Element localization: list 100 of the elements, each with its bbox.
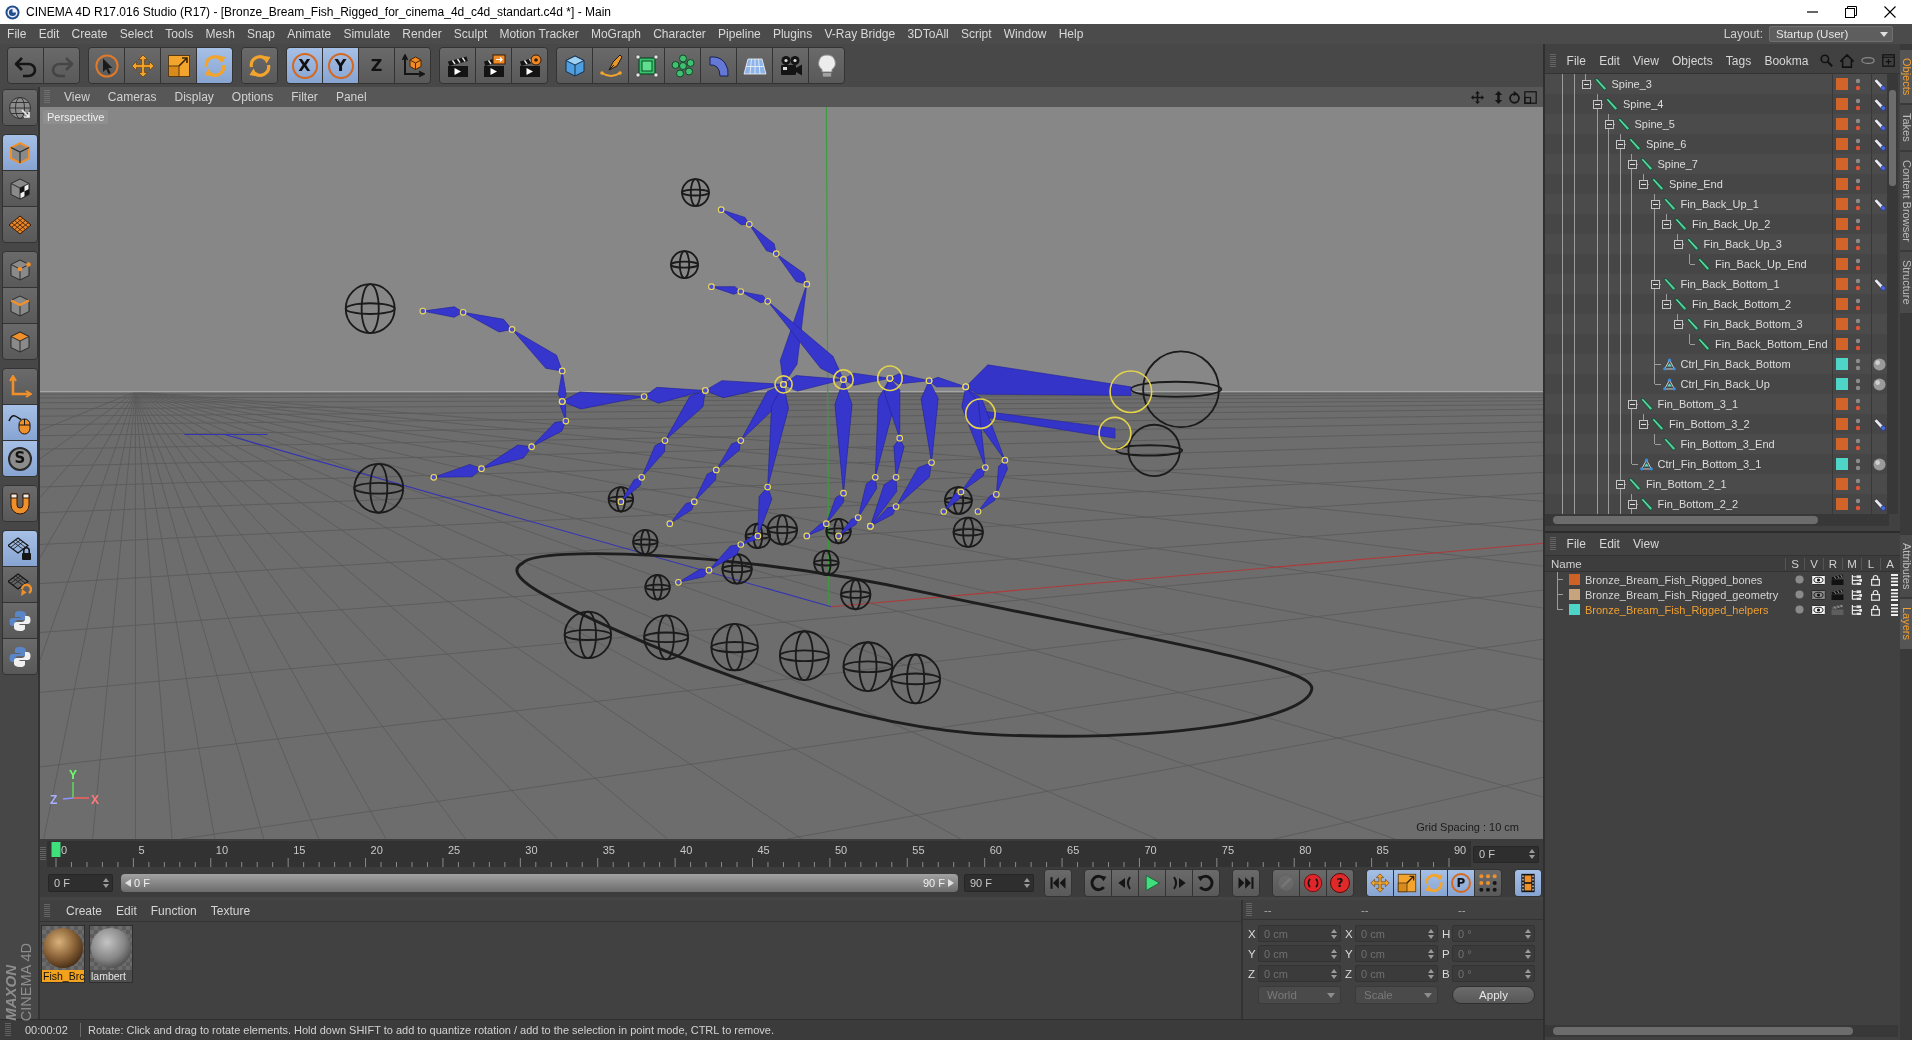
object-row[interactable]: Ctrl_Fin_Back_Up xyxy=(1545,374,1887,394)
previous-key-button[interactable] xyxy=(1085,870,1111,897)
lock-workplane-button[interactable] xyxy=(3,531,37,567)
object-row[interactable]: Fin_Bottom_2_1 xyxy=(1545,474,1887,494)
collapse-toggle-icon[interactable] xyxy=(1662,219,1671,229)
solo-button[interactable]: S xyxy=(3,441,37,477)
polygons-mode-button[interactable] xyxy=(3,324,37,360)
object-row[interactable]: Fin_Bottom_3_1 xyxy=(1545,394,1887,414)
visibility-dots-icon[interactable] xyxy=(1855,477,1861,491)
restore-icon[interactable] xyxy=(1845,6,1857,18)
layout-dropdown[interactable]: Startup (User) xyxy=(1769,26,1893,42)
object-row[interactable]: Spine_End xyxy=(1545,174,1887,194)
next-key-button[interactable] xyxy=(1193,870,1219,897)
record-button[interactable] xyxy=(1300,870,1326,897)
key-position-button[interactable] xyxy=(1367,870,1393,897)
texture-mode-button[interactable] xyxy=(3,171,37,207)
floor-button[interactable] xyxy=(737,48,772,84)
menu-item[interactable]: Sculpt xyxy=(447,27,494,41)
collapse-toggle-icon[interactable] xyxy=(1662,299,1671,309)
menu-item[interactable]: View xyxy=(55,90,99,105)
menu-item[interactable]: Help xyxy=(1052,27,1090,41)
object-row[interactable]: Ctrl_Fin_Bottom_3_1 xyxy=(1545,454,1887,474)
menu-item[interactable]: Bookma xyxy=(1757,53,1816,68)
visibility-dots-icon[interactable] xyxy=(1855,177,1861,191)
bone-tag-icon[interactable] xyxy=(1873,197,1886,211)
object-row[interactable]: Spine_6 xyxy=(1545,134,1887,154)
menu-item[interactable]: File xyxy=(1,27,33,41)
object-row[interactable]: Fin_Bottom_2_2 xyxy=(1545,494,1887,514)
menu-item[interactable]: MoGraph xyxy=(584,27,648,41)
visibility-dots-icon[interactable] xyxy=(1855,137,1861,151)
object-row[interactable]: Fin_Back_Up_End xyxy=(1545,254,1887,274)
solo-dot-icon[interactable] xyxy=(1795,590,1804,599)
collapse-toggle-icon[interactable] xyxy=(1673,319,1683,329)
menu-item[interactable]: Tags xyxy=(1719,53,1758,68)
menu-item[interactable]: File xyxy=(1560,53,1593,68)
previous-frame-button[interactable] xyxy=(1112,870,1138,897)
bone-tag-icon[interactable] xyxy=(1873,417,1886,431)
layer-name[interactable]: Bronze_Bream_Fish_Rigged_helpers xyxy=(1585,603,1790,616)
bone-tag-icon[interactable] xyxy=(1873,137,1886,151)
material-tile[interactable]: Fish_Brc xyxy=(41,925,85,984)
object-row[interactable]: Fin_Back_Bottom_2 xyxy=(1545,294,1887,314)
object-row[interactable]: Fin_Back_Up_1 xyxy=(1545,194,1887,214)
visibility-dots-icon[interactable] xyxy=(1855,217,1861,231)
solo-dot-icon[interactable] xyxy=(1795,605,1804,614)
sphere-tag-icon[interactable] xyxy=(1873,457,1886,471)
menu-item[interactable]: Select xyxy=(113,27,160,41)
padlock-icon[interactable] xyxy=(1871,588,1880,601)
collapse-toggle-icon[interactable] xyxy=(1673,239,1683,249)
workplane-mode-button[interactable] xyxy=(3,207,37,243)
menu-item[interactable]: Texture xyxy=(203,903,258,918)
recent-tool-button[interactable] xyxy=(242,48,277,84)
go-to-start-button[interactable] xyxy=(1045,870,1071,897)
cloner-button[interactable] xyxy=(665,48,700,84)
key-selection-button[interactable]: ? xyxy=(1327,870,1353,897)
bone-tag-icon[interactable] xyxy=(1873,497,1886,511)
clapperboard-icon[interactable] xyxy=(1831,604,1844,615)
current-frame-field[interactable]: 0 F xyxy=(1473,845,1539,863)
visibility-dots-icon[interactable] xyxy=(1855,337,1861,351)
light-button[interactable] xyxy=(809,48,844,84)
menu-item[interactable]: Render xyxy=(396,27,448,41)
object-row[interactable]: Spine_7 xyxy=(1545,154,1887,174)
menu-item[interactable]: V-Ray Bridge xyxy=(818,27,902,41)
pen-button[interactable] xyxy=(593,48,628,84)
hierarchy-icon[interactable] xyxy=(1851,589,1862,600)
render-settings-button[interactable] xyxy=(512,48,547,84)
collapse-toggle-icon[interactable] xyxy=(1593,99,1602,109)
menu-item[interactable]: View xyxy=(1626,537,1666,551)
menu-item[interactable]: Edit xyxy=(1592,53,1627,68)
visibility-dots-icon[interactable] xyxy=(1855,157,1861,171)
collapse-toggle-icon[interactable] xyxy=(1650,279,1660,289)
menu-item[interactable]: Options xyxy=(222,90,283,105)
hierarchy-icon[interactable] xyxy=(1851,574,1862,585)
visibility-dots-icon[interactable] xyxy=(1855,77,1861,91)
menu-item[interactable]: File xyxy=(1560,537,1593,551)
menu-item[interactable]: Function xyxy=(143,903,204,918)
visibility-dots-icon[interactable] xyxy=(1855,237,1861,251)
go-to-end-button[interactable] xyxy=(1233,870,1259,897)
bone-tag-icon[interactable] xyxy=(1873,97,1886,111)
timeline-ruler[interactable]: 0 5 10 15 20 25 30 35 40 45 50 55 60 65 70 75 80 85 90 xyxy=(47,841,1471,868)
model-mode-button[interactable] xyxy=(3,135,37,171)
bone-tag-icon[interactable] xyxy=(1873,117,1886,131)
script-button[interactable] xyxy=(3,639,37,675)
object-row[interactable]: Spine_5 xyxy=(1545,114,1887,134)
menu-item[interactable]: Objects xyxy=(1665,53,1720,68)
object-row[interactable]: Fin_Back_Up_2 xyxy=(1545,214,1887,234)
visibility-dots-icon[interactable] xyxy=(1855,397,1861,411)
coordinate-system-button[interactable] xyxy=(395,48,430,84)
subdivision-button[interactable] xyxy=(629,48,664,84)
camera-button[interactable] xyxy=(773,48,808,84)
cube-button[interactable] xyxy=(557,48,592,84)
edges-mode-button[interactable] xyxy=(3,288,37,324)
collapse-toggle-icon[interactable] xyxy=(1581,79,1591,89)
tweak-mode-button[interactable] xyxy=(3,405,37,441)
visibility-dots-icon[interactable] xyxy=(1855,297,1861,311)
bone-tag-icon[interactable] xyxy=(1873,157,1886,171)
menu-item[interactable]: Animate xyxy=(281,27,338,41)
vertical-arrows-icon[interactable] xyxy=(1492,90,1505,104)
eye-icon[interactable] xyxy=(1811,574,1826,585)
visibility-dots-icon[interactable] xyxy=(1855,197,1861,211)
menu-item[interactable]: Character xyxy=(647,27,712,41)
